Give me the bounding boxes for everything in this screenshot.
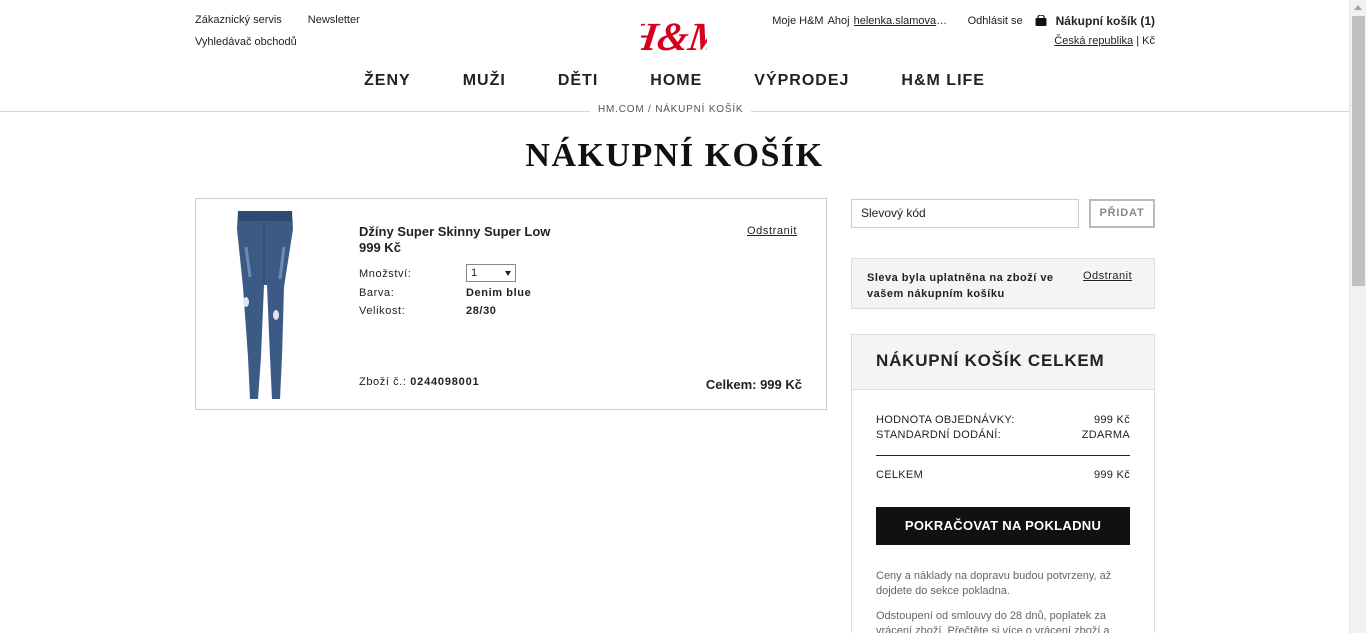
remove-discount-link[interactable]: Odstranit (1083, 270, 1132, 282)
quantity-label: Množství: (359, 268, 412, 280)
add-discount-button[interactable]: PŘIDAT (1089, 199, 1155, 228)
item-total: Celkem: 999 Kč (705, 377, 802, 392)
chevron-down-icon (505, 270, 511, 276)
color-label: Barva: (359, 287, 395, 299)
nav-item-women[interactable]: ŽENY (364, 72, 411, 90)
order-value-label: HODNOTA OBJEDNÁVKY: (876, 414, 1015, 426)
size-label: Velikost: (359, 305, 406, 317)
customer-service-link[interactable]: Zákaznický servis (195, 14, 282, 36)
page-title: NÁKUPNÍ KOŠÍK (525, 137, 824, 174)
page-scrollbar[interactable] (1349, 0, 1366, 633)
product-image[interactable] (226, 207, 306, 402)
nav-item-men[interactable]: MUŽI (463, 72, 506, 90)
shipping-row: STANDARDNÍ DODÁNÍ: ZDARMA (876, 429, 1130, 441)
order-value: 999 Kč (1093, 414, 1130, 426)
newsletter-link[interactable]: Newsletter (308, 14, 360, 36)
scrollbar-thumb[interactable] (1352, 16, 1365, 286)
breadcrumb[interactable]: HM.COM / NÁKUPNÍ KOŠÍK (590, 104, 752, 115)
logout-link[interactable]: Odhlásit se (968, 15, 1023, 27)
article-number: Zboží č.: 0244098001 (359, 376, 479, 388)
product-name[interactable]: Džíny Super Skinny Super Low (359, 224, 550, 239)
total-value: 999 Kč (1093, 469, 1130, 481)
shipping-value: ZDARMA (1081, 429, 1130, 441)
scroll-up-icon[interactable] (1354, 5, 1362, 10)
discount-message: Sleva byla uplatněna na zboží ve vašem n… (867, 272, 1054, 300)
shipping-note: Ceny a náklady na dopravu budou potvrzen… (876, 570, 1112, 597)
shipping-label: STANDARDNÍ DODÁNÍ: (876, 429, 1001, 441)
nav-item-kids[interactable]: DĚTI (558, 72, 598, 90)
summary-title: NÁKUPNÍ KOŠÍK CELKEM (852, 335, 1154, 390)
nav-item-sale[interactable]: VÝPRODEJ (754, 72, 849, 90)
article-label: Zboží č.: (359, 376, 407, 388)
user-email-link[interactable]: helenka.slamova@s... (854, 15, 958, 27)
discount-applied-box: Sleva byla uplatněna na zboží ve vašem n… (851, 258, 1155, 309)
cart-link[interactable]: Nákupní košík (1) (1056, 14, 1155, 28)
quantity-select[interactable]: 1 (466, 264, 516, 282)
discount-code-input[interactable]: Slevový kód (851, 199, 1079, 228)
remove-item-link[interactable]: Odstranit (747, 225, 797, 237)
checkout-button[interactable]: POKRAČOVAT NA POKLADNU (876, 507, 1130, 545)
country-selector[interactable]: Česká republika (1054, 35, 1133, 47)
store-locator-link[interactable]: Vyhledávač obchodů (195, 36, 297, 58)
utility-links-left: Zákaznický servis Newsletter Vyhledávač … (195, 14, 360, 58)
my-hm-link[interactable]: Moje H&M (772, 15, 823, 27)
separator: | (1136, 35, 1140, 47)
hm-logo[interactable]: H&M (641, 12, 707, 58)
shopping-bag-icon[interactable] (1035, 15, 1047, 26)
utility-links-right: Moje H&M Ahoj helenka.slamova@s... Odhlá… (768, 13, 1155, 48)
greeting: Ahoj (827, 14, 850, 27)
total-label: CELKEM (876, 469, 924, 481)
order-value-row: HODNOTA OBJEDNÁVKY: 999 Kč (876, 414, 1130, 426)
article-value: 0244098001 (410, 376, 480, 388)
cart-item: Džíny Super Skinny Super Low 999 Kč Odst… (195, 198, 827, 410)
product-price: 999 Kč (359, 240, 401, 255)
total-row: CELKEM 999 Kč (876, 469, 1130, 481)
color-value: Denim blue (466, 287, 532, 299)
quantity-value: 1 (471, 267, 478, 279)
currency-label: Kč (1142, 35, 1155, 47)
cart-summary: NÁKUPNÍ KOŠÍK CELKEM HODNOTA OBJEDNÁVKY:… (851, 334, 1155, 633)
summary-divider (876, 455, 1130, 456)
nav-item-home[interactable]: HOME (650, 72, 702, 90)
returns-note: Odstoupení od smlouvy do 28 dnů, poplate… (876, 610, 1110, 633)
logo-text: H&M (641, 14, 707, 58)
nav-item-hm-life[interactable]: H&M LIFE (901, 72, 985, 90)
main-navigation: ŽENY MUŽI DĚTI HOME VÝPRODEJ H&M LIFE (0, 72, 1349, 90)
size-value: 28/30 (466, 305, 497, 317)
